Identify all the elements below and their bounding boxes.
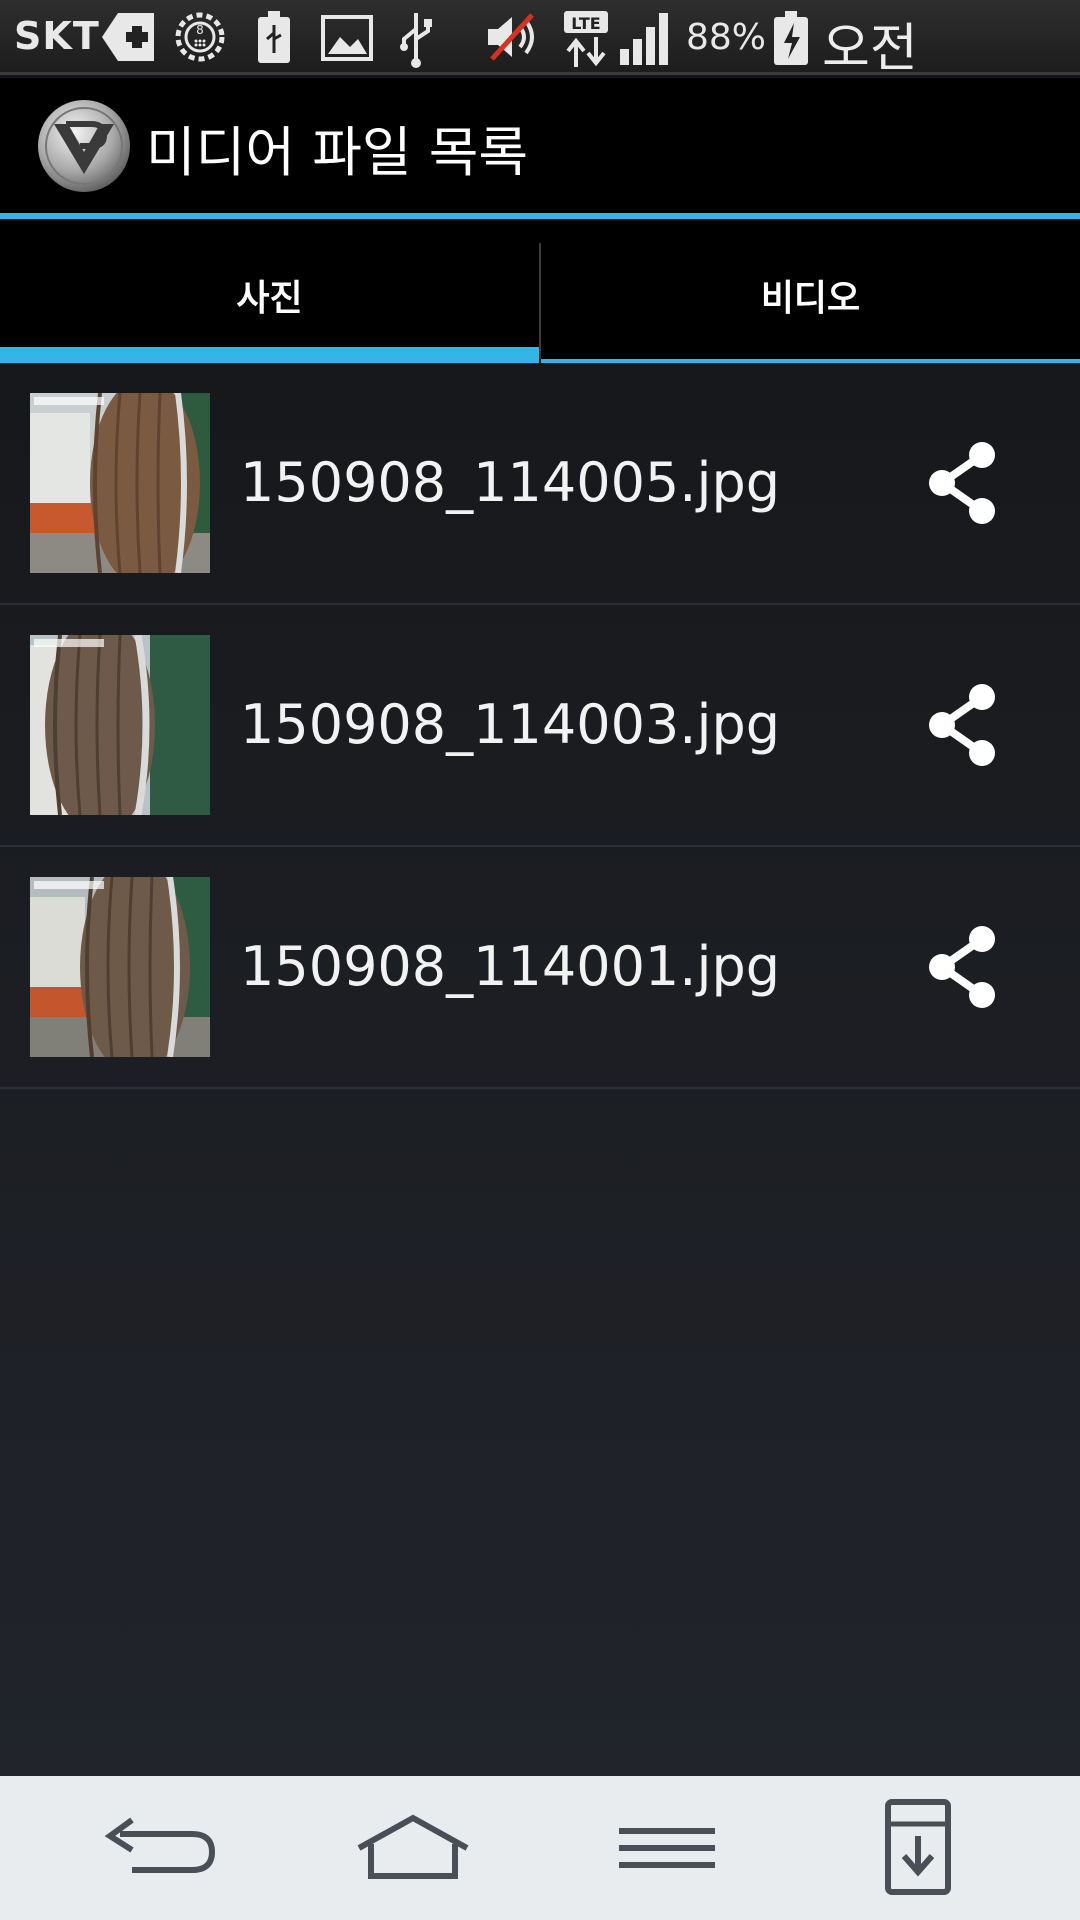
speaker-muted-icon: [484, 9, 546, 69]
battery-usb-icon: [254, 9, 294, 69]
tab-selected-indicator: [0, 347, 539, 363]
photo-thumbnail: [30, 877, 210, 1057]
battery-percent: 88%: [686, 17, 767, 58]
page-title: 미디어 파일 목록: [146, 121, 529, 184]
battery-charging-icon: [772, 9, 810, 71]
action-bar: 미디어 파일 목록: [0, 78, 1080, 213]
navigation-bar: [0, 1776, 1080, 1920]
list-item[interactable]: 150908_114001.jpg: [0, 847, 1080, 1089]
tab-videos-label: 비디오: [760, 278, 861, 319]
home-icon[interactable]: [343, 1798, 483, 1898]
status-bar: SKT 8 LTE 88% 오전: [0, 0, 1080, 141]
notification-pull-icon[interactable]: [848, 1798, 988, 1898]
svg-text:8: 8: [196, 23, 204, 37]
tab-bar: 사진 비디오: [0, 219, 1080, 363]
photo-thumbnail: [30, 393, 210, 573]
list-item[interactable]: 150908_114003.jpg: [0, 605, 1080, 847]
gear-badge-icon: 8: [172, 9, 228, 69]
file-name: 150908_114005.jpg: [240, 451, 780, 514]
signal-bars-icon: [618, 9, 676, 71]
picture-icon: [320, 9, 374, 69]
app-logo-icon[interactable]: [36, 98, 132, 194]
share-icon[interactable]: [922, 681, 1002, 769]
tab-photos-label: 사진: [236, 278, 303, 319]
app-screen: SKT 8 LTE 88% 오전 미디어 파일 목록 사진 비디오 150908…: [0, 0, 1080, 1920]
photo-thumbnail: [30, 635, 210, 815]
medical-plus-icon: [100, 9, 160, 69]
usb-icon: [396, 9, 436, 73]
lte-label: LTE: [571, 14, 600, 33]
media-file-list: 150908_114005.jpg 150908_114003.jpg 1509…: [0, 363, 1080, 1089]
share-icon[interactable]: [922, 923, 1002, 1011]
list-item[interactable]: 150908_114005.jpg: [0, 363, 1080, 605]
back-icon[interactable]: [92, 1798, 232, 1898]
tab-photos[interactable]: 사진: [0, 219, 539, 363]
tab-videos[interactable]: 비디오: [541, 219, 1080, 363]
carrier-label: SKT: [14, 14, 100, 58]
file-name: 150908_114001.jpg: [240, 935, 780, 998]
file-name: 150908_114003.jpg: [240, 693, 780, 756]
menu-icon[interactable]: [597, 1798, 737, 1898]
share-icon[interactable]: [922, 439, 1002, 527]
lte-data-icon: LTE: [562, 9, 610, 73]
